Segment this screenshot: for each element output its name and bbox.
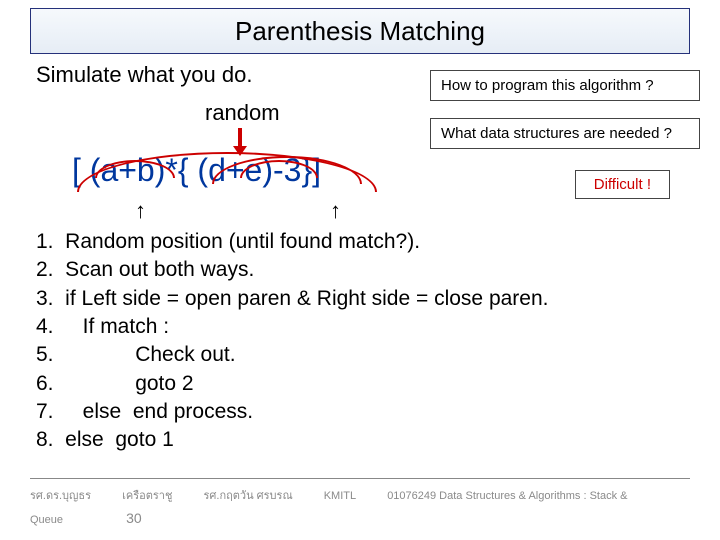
step-2: 2. Scan out both ways. bbox=[36, 256, 549, 284]
footer-author2: เครือตราชู bbox=[122, 490, 172, 502]
footer-queue: Queue bbox=[30, 514, 63, 526]
callout-how-to-program: How to program this algorithm ? bbox=[430, 70, 700, 101]
page-number: 30 bbox=[126, 510, 142, 526]
subtitle: Simulate what you do. bbox=[36, 62, 252, 88]
difficult-text: Difficult ! bbox=[594, 176, 651, 193]
algorithm-steps: 1. Random position (until found match?).… bbox=[36, 228, 549, 455]
up-arrow-right: ↑ bbox=[330, 198, 341, 224]
up-arrow-left: ↑ bbox=[135, 198, 146, 224]
footer-course: 01076249 Data Structures & Algorithms : … bbox=[387, 490, 627, 502]
callout-data-structures: What data structures are needed ? bbox=[430, 118, 700, 149]
footer-author3: รศ.กฤตวัน ศรบรณ bbox=[204, 490, 293, 502]
footer-org: KMITL bbox=[324, 490, 356, 502]
footer: รศ.ดร.บุญธร เครือตราชู รศ.กฤตวัน ศรบรณ K… bbox=[30, 486, 690, 526]
step-3: 3. if Left side = open paren & Right sid… bbox=[36, 285, 549, 313]
expression: [ (a+b)*{ (d+e)-3}] bbox=[72, 152, 321, 189]
step-8: 8. else goto 1 bbox=[36, 426, 549, 454]
random-label: random bbox=[205, 100, 280, 126]
callout-difficult: Difficult ! bbox=[575, 170, 670, 199]
slide-title: Parenthesis Matching bbox=[235, 16, 485, 47]
footer-divider bbox=[30, 478, 690, 479]
step-1: 1. Random position (until found match?). bbox=[36, 228, 549, 256]
slide-title-box: Parenthesis Matching bbox=[30, 8, 690, 54]
step-7: 7. else end process. bbox=[36, 398, 549, 426]
arrow-down-icon bbox=[238, 128, 242, 148]
step-4: 4. If match : bbox=[36, 313, 549, 341]
step-6: 6. goto 2 bbox=[36, 370, 549, 398]
footer-author1: รศ.ดร.บุญธร bbox=[30, 490, 91, 502]
step-5: 5. Check out. bbox=[36, 341, 549, 369]
